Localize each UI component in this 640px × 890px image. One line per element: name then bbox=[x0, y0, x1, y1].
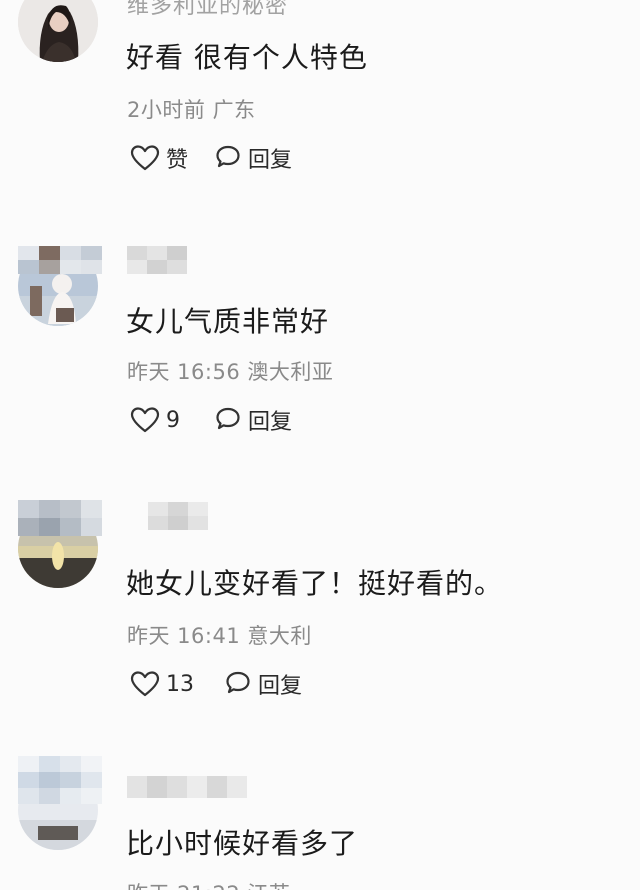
reply-button[interactable]: 回复 bbox=[214, 142, 292, 174]
comment-item: 女儿气质非常好 昨天 16:56 澳大利亚 9 回复 bbox=[0, 230, 640, 490]
comment-actions: 赞 回复 bbox=[130, 142, 292, 174]
reply-button[interactable]: 回复 bbox=[214, 404, 292, 436]
like-button[interactable]: 13 bbox=[130, 670, 194, 698]
comment-text: 比小时候好看多了 bbox=[126, 827, 359, 860]
comment-location: 广东 bbox=[212, 98, 256, 122]
comment-meta: 昨天 16:56 澳大利亚 bbox=[127, 356, 333, 386]
reply-label: 回复 bbox=[248, 410, 293, 435]
avatar-pixelation bbox=[18, 246, 102, 274]
comment-time: 昨天 16:41 bbox=[127, 624, 241, 648]
comment-meta: 2小时前 广东 bbox=[127, 94, 256, 124]
reply-label: 回复 bbox=[248, 148, 293, 173]
heart-outline-icon bbox=[130, 671, 160, 697]
username-pixelation bbox=[127, 246, 187, 274]
comment-item: 她女儿变好看了！挺好看的。 昨天 16:41 意大利 13 回复 bbox=[0, 490, 640, 750]
comment-meta: 昨天 21:22 江苏 bbox=[127, 878, 290, 890]
heart-outline-icon bbox=[130, 407, 160, 433]
avatar-pixelation bbox=[18, 500, 102, 536]
comment-time: 昨天 21:22 bbox=[127, 882, 240, 890]
comment-time: 昨天 16:56 bbox=[127, 360, 241, 384]
like-count: 13 bbox=[166, 671, 194, 697]
username[interactable]: 维多利亚的秘密 bbox=[127, 0, 288, 20]
comment-list: 维多利亚的秘密 好看 很有个人特色 2小时前 广东 赞 回复 女儿气质非常好 昨… bbox=[0, 0, 640, 890]
speech-bubble-outline-icon bbox=[216, 407, 240, 430]
username-pixelation bbox=[127, 776, 247, 798]
like-label: 赞 bbox=[166, 148, 189, 173]
avatar-pixelation bbox=[18, 756, 102, 804]
comment-meta: 昨天 16:41 意大利 bbox=[127, 620, 312, 650]
like-button[interactable]: 赞 bbox=[130, 142, 188, 174]
comment-actions: 9 回复 bbox=[130, 404, 292, 436]
comment-text: 她女儿变好看了！挺好看的。 bbox=[126, 567, 504, 600]
comment-time: 2小时前 bbox=[127, 98, 206, 122]
heart-outline-icon bbox=[130, 145, 160, 171]
comment-item: 维多利亚的秘密 好看 很有个人特色 2小时前 广东 赞 回复 bbox=[0, 0, 640, 230]
avatar-photo bbox=[18, 0, 98, 62]
reply-label: 回复 bbox=[258, 674, 303, 699]
comment-location: 澳大利亚 bbox=[247, 360, 334, 384]
username-pixelation bbox=[148, 502, 208, 530]
comment-location: 意大利 bbox=[247, 624, 312, 648]
like-count: 9 bbox=[166, 407, 180, 433]
speech-bubble-outline-icon bbox=[226, 671, 250, 694]
reply-button[interactable]: 回复 bbox=[224, 668, 302, 700]
comment-text: 女儿气质非常好 bbox=[126, 305, 330, 338]
comment-location: 江苏 bbox=[247, 882, 290, 890]
comment-actions: 13 回复 bbox=[130, 668, 302, 700]
speech-bubble-outline-icon bbox=[216, 145, 240, 168]
comment-item: 比小时候好看多了 昨天 21:22 江苏 bbox=[0, 750, 640, 890]
like-button[interactable]: 9 bbox=[130, 406, 180, 434]
avatar[interactable] bbox=[18, 0, 98, 62]
comment-text: 好看 很有个人特色 bbox=[126, 41, 368, 74]
